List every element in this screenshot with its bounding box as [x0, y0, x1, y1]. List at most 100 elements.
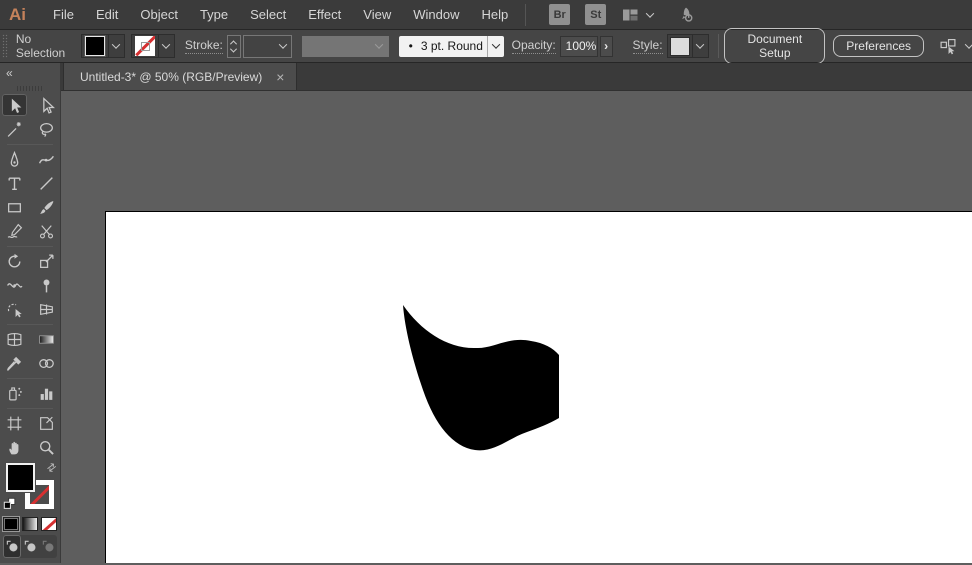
artboard-icon [6, 415, 23, 432]
menu-effect[interactable]: Effect [297, 0, 352, 30]
workspace-switcher-button[interactable] [621, 7, 653, 23]
stroke-color-swatch[interactable] [135, 36, 155, 56]
document-tab-title: Untitled-3* @ 50% (RGB/Preview) [80, 70, 262, 84]
opacity-input[interactable] [560, 36, 598, 57]
column-graph-tool[interactable] [34, 382, 59, 404]
opacity-panel-link[interactable]: Opacity: [512, 38, 556, 54]
draw-mode-icon [41, 539, 56, 554]
hand-tool[interactable] [2, 436, 27, 458]
chevron-down-icon[interactable] [646, 9, 654, 17]
close-tab-icon[interactable]: × [276, 70, 284, 84]
puppet-warp-tool[interactable] [34, 274, 59, 296]
stroke-weight-stepper[interactable] [227, 35, 241, 58]
draw-inside-mode [39, 535, 57, 558]
blend-tool[interactable] [34, 352, 59, 374]
shape-builder-tool[interactable] [2, 298, 27, 320]
curvature-icon [38, 151, 55, 168]
zoom-tool[interactable] [34, 436, 59, 458]
scale-tool[interactable] [34, 250, 59, 272]
brush-preview-dot: • [409, 39, 413, 53]
artboard-tool[interactable] [2, 412, 27, 434]
fill-color-control [81, 34, 125, 58]
scissors-tool[interactable] [34, 220, 59, 242]
mesh-tool[interactable] [2, 328, 27, 350]
fill-indicator-black[interactable] [6, 463, 35, 492]
preferences-button[interactable]: Preferences [833, 35, 924, 57]
selection-status: No Selection [16, 32, 73, 60]
slice-tool[interactable] [34, 412, 59, 434]
draw-normal-mode[interactable] [3, 535, 21, 558]
rotate-tool[interactable] [2, 250, 27, 272]
stepper-down-icon[interactable] [230, 45, 237, 52]
chevron-down-icon [112, 40, 120, 48]
stroke-weight-dropdown[interactable] [275, 35, 291, 57]
draw-behind-mode[interactable] [21, 535, 39, 558]
shaper-tool[interactable] [2, 220, 27, 242]
illustrator-window: Ai FileEditObjectTypeSelectEffectViewWin… [0, 0, 972, 565]
menu-object[interactable]: Object [129, 0, 189, 30]
artwork-layer [61, 91, 972, 562]
brush-definition-dropdown[interactable] [487, 36, 504, 57]
paint-gradient-button[interactable] [22, 517, 38, 531]
collapse-panel-button[interactable]: « [6, 66, 12, 80]
rectangle-tool[interactable] [2, 196, 27, 218]
tools-divider [7, 246, 53, 247]
magic-wand-tool[interactable] [2, 118, 27, 140]
perspective-grid-tool[interactable] [34, 298, 59, 320]
eyedropper-tool[interactable] [2, 352, 27, 374]
chevron-down-icon [278, 40, 286, 48]
menu-type[interactable]: Type [189, 0, 239, 30]
rotate-icon [6, 253, 23, 270]
style-panel-link[interactable]: Style: [633, 38, 663, 54]
lasso-icon [38, 121, 55, 138]
gpu-performance-button[interactable] [675, 6, 696, 23]
menu-edit[interactable]: Edit [85, 0, 129, 30]
style-dropdown[interactable] [692, 35, 708, 57]
fill-color-dropdown[interactable] [108, 35, 124, 57]
select-similar-button[interactable] [938, 38, 972, 55]
stroke-panel-link[interactable]: Stroke: [185, 38, 223, 54]
direct-selection-tool[interactable] [34, 94, 59, 116]
stock-button[interactable]: St [585, 4, 606, 25]
variable-width-profile-select-disabled [302, 36, 389, 57]
workspace-icon [621, 7, 639, 23]
gradient-tool[interactable] [34, 328, 59, 350]
default-swatches-icon [3, 497, 17, 511]
document-setup-button[interactable]: Document Setup [724, 28, 825, 64]
fill-color-swatch[interactable] [85, 36, 105, 56]
menu-select[interactable]: Select [239, 0, 297, 30]
symbol-sprayer-tool[interactable] [2, 382, 27, 404]
paint-color-button[interactable] [3, 517, 19, 531]
bridge-button[interactable]: Br [549, 4, 570, 25]
width-tool[interactable] [2, 274, 27, 296]
line-segment-tool[interactable] [34, 172, 59, 194]
type-tool[interactable] [2, 172, 27, 194]
swap-fill-stroke-button[interactable]: ⇄ [44, 460, 59, 476]
stroke-weight-select[interactable] [243, 35, 292, 58]
pen-tool[interactable] [2, 148, 27, 170]
stroke-color-dropdown[interactable] [158, 35, 174, 57]
menu-view[interactable]: View [352, 0, 402, 30]
curvature-tool[interactable] [34, 148, 59, 170]
drawn-shape[interactable] [403, 305, 559, 450]
menu-window[interactable]: Window [402, 0, 470, 30]
menu-file[interactable]: File [42, 0, 85, 30]
document-tab[interactable]: Untitled-3* @ 50% (RGB/Preview) × [63, 63, 297, 90]
selection-tool[interactable] [2, 94, 27, 116]
control-bar-grip[interactable] [2, 34, 8, 58]
chevron-down-icon [491, 40, 499, 48]
canvas[interactable] [61, 91, 972, 563]
default-fill-stroke-button[interactable] [3, 497, 17, 514]
draw-mode-icon [5, 539, 20, 554]
tools-panel-grip[interactable] [0, 83, 60, 93]
brush-definition-select[interactable]: • 3 pt. Round [399, 36, 504, 57]
chevron-down-icon[interactable] [965, 40, 972, 48]
paint-none-button[interactable] [41, 517, 57, 531]
mesh-icon [6, 331, 23, 348]
menu-help[interactable]: Help [470, 0, 519, 30]
lasso-tool[interactable] [34, 118, 59, 140]
paintbrush-tool[interactable] [34, 196, 59, 218]
opacity-more-button[interactable]: › [600, 36, 613, 57]
menubar: Ai FileEditObjectTypeSelectEffectViewWin… [0, 0, 972, 30]
style-swatch[interactable] [670, 37, 690, 56]
